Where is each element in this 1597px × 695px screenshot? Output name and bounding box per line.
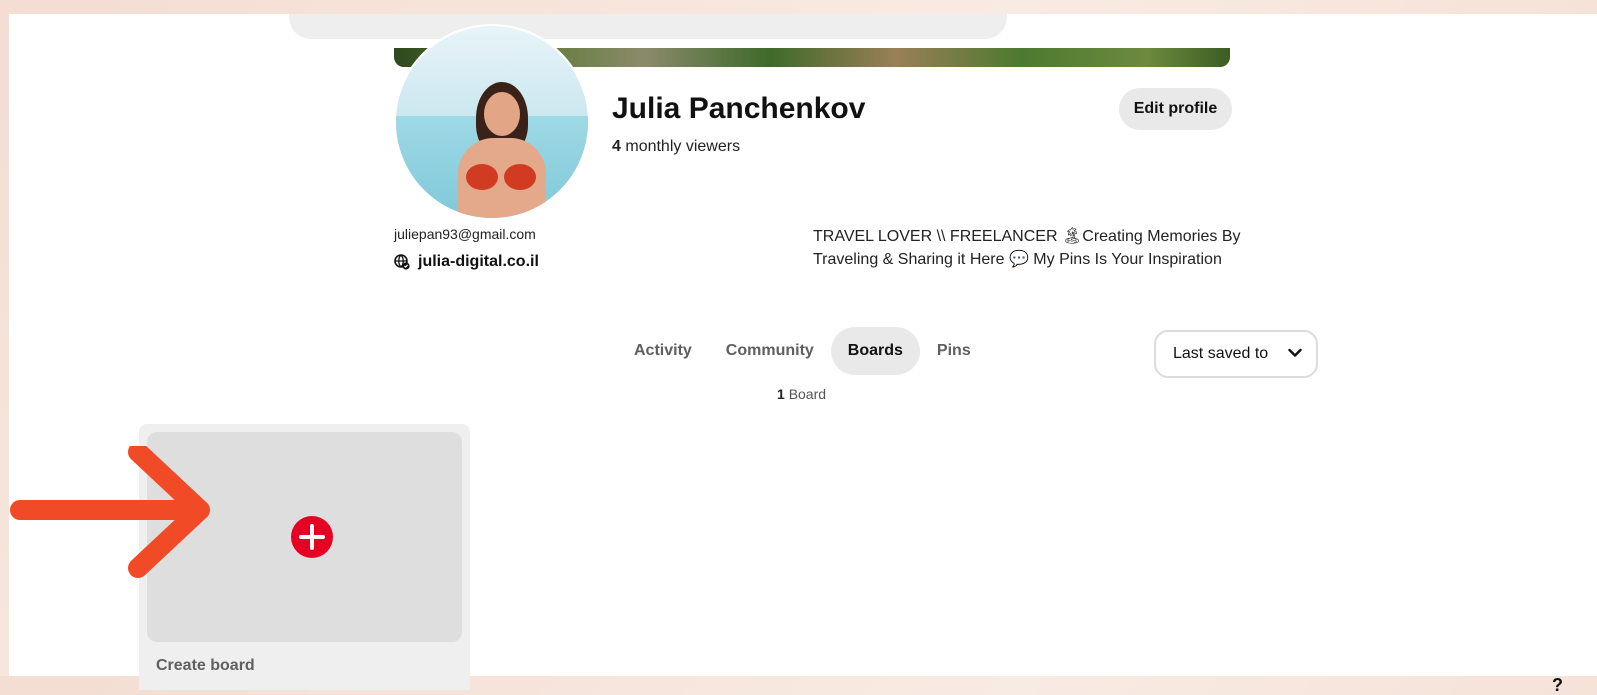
tab-boards[interactable]: Boards [830,327,920,375]
website-link[interactable]: julia-digital.co.il [418,253,539,271]
profile-name: Julia Panchenkov [612,92,866,125]
avatar[interactable] [394,24,590,220]
board-count-label: Board [788,386,827,402]
profile-tabs: Activity Community Boards Pins [617,327,988,375]
arrow-right-icon [10,446,210,578]
edit-profile-button[interactable]: Edit profile [1119,88,1232,130]
create-board-label: Create board [156,657,255,674]
chevron-down-icon [1288,345,1302,363]
tab-community[interactable]: Community [709,327,831,375]
help-icon[interactable]: ? [1552,676,1572,694]
viewers-count: 4 [612,138,621,155]
board-count: 1 Board [777,386,826,402]
plus-circle-icon[interactable] [291,516,333,558]
profile-page: Julia Panchenkov 4 monthly viewers Edit … [9,14,1597,694]
tab-pins[interactable]: Pins [920,327,988,375]
search-bar[interactable] [289,14,1007,39]
monthly-viewers: 4 monthly viewers [612,138,740,156]
tab-activity[interactable]: Activity [617,327,709,375]
profile-email: juliepan93@gmail.com [394,226,536,242]
viewers-label: monthly viewers [625,138,741,155]
globe-verified-icon [394,254,410,270]
profile-bio: TRAVEL LOVER \\ FREELANCER 🏝Creating Mem… [813,228,1241,268]
sort-label: Last saved to [1173,345,1269,362]
sort-dropdown[interactable]: Last saved to [1154,330,1318,378]
profile-website[interactable]: julia-digital.co.il [394,253,539,271]
board-count-number: 1 [777,386,785,402]
